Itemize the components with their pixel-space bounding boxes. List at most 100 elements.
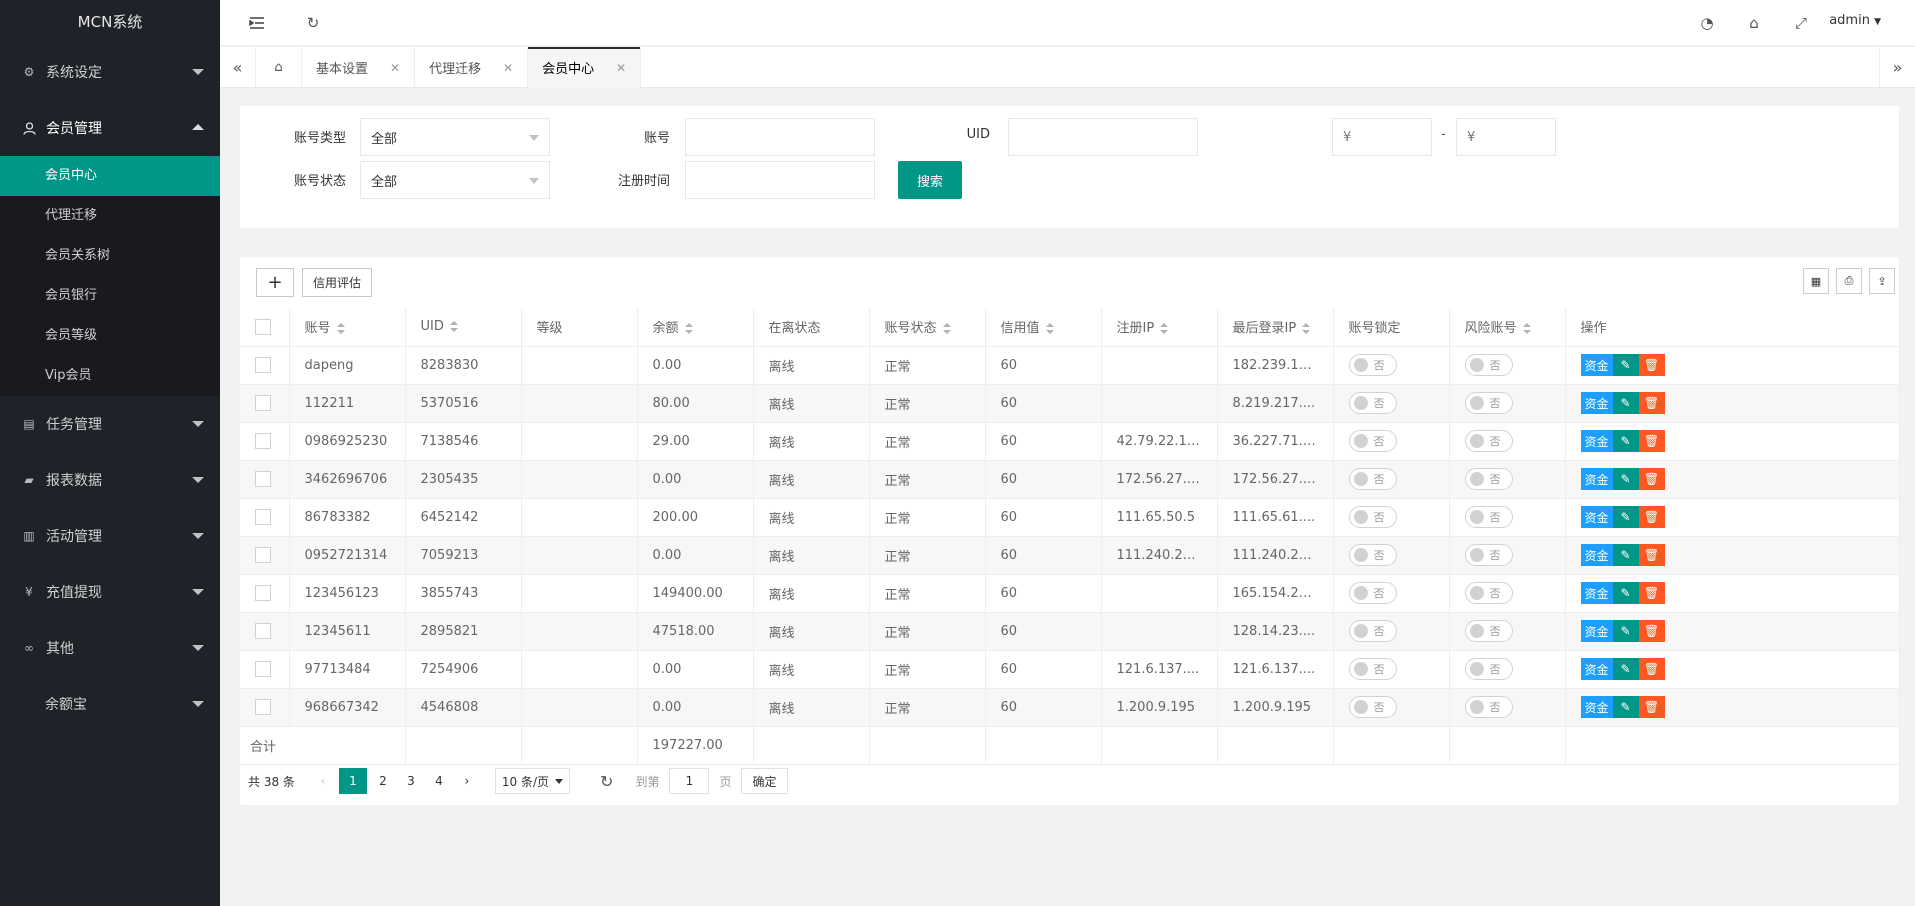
sort-icon[interactable] [336,323,345,335]
delete-icon[interactable]: 🗑 [1638,544,1665,566]
sidebar-group-tasks[interactable]: ▤ 任务管理 [0,396,220,452]
uid-input[interactable] [1008,118,1198,156]
tab-basic-settings[interactable]: 基本设置 ✕ [302,47,416,88]
next-page-icon[interactable]: › [453,768,481,794]
risk-switch[interactable]: 否 [1464,430,1513,452]
balance-max-input[interactable]: ¥ [1456,118,1556,156]
lock-switch[interactable]: 否 [1348,354,1397,376]
fund-button[interactable]: 资金 [1580,658,1613,680]
page-1[interactable]: 1 [338,768,367,794]
sort-icon[interactable] [684,323,693,335]
export-icon[interactable]: ⇪ [1869,268,1895,294]
account-input[interactable] [685,118,875,156]
tab-member-center[interactable]: 会员中心 ✕ [528,47,642,88]
page-4[interactable]: 4 [425,768,453,794]
col-status[interactable]: 账号状态 [869,308,986,347]
prev-page-icon[interactable]: ‹ [309,768,337,794]
sidebar-item-member-bank[interactable]: 会员银行 [0,276,220,316]
row-checkbox[interactable] [255,357,271,373]
sidebar-group-reports[interactable]: ▰ 报表数据 [0,452,220,508]
fund-button[interactable]: 资金 [1580,506,1613,528]
delete-icon[interactable]: 🗑 [1638,506,1665,528]
lock-switch[interactable]: 否 [1348,392,1397,414]
edit-icon[interactable]: ✎ [1612,544,1639,566]
edit-icon[interactable]: ✎ [1612,620,1639,642]
close-icon[interactable]: ✕ [390,61,400,75]
fund-button[interactable]: 资金 [1580,430,1613,452]
fund-button[interactable]: 资金 [1580,696,1613,718]
col-risk[interactable]: 风险账号 [1449,308,1566,347]
theme-icon[interactable]: ◔ [1696,12,1718,34]
sort-icon[interactable] [1045,323,1054,335]
print-icon[interactable]: ⎙ [1836,268,1862,294]
edit-icon[interactable]: ✎ [1612,468,1639,490]
select-all-checkbox[interactable] [255,318,271,335]
delete-icon[interactable]: 🗑 [1638,658,1665,680]
risk-switch[interactable]: 否 [1464,658,1513,680]
page-2[interactable]: 2 [369,768,397,794]
delete-icon[interactable]: 🗑 [1638,354,1665,376]
row-checkbox[interactable] [255,471,271,487]
risk-switch[interactable]: 否 [1464,506,1513,528]
row-checkbox[interactable] [255,433,271,449]
col-balance[interactable]: 余额 [637,308,754,347]
page-3[interactable]: 3 [397,768,425,794]
risk-switch[interactable]: 否 [1464,544,1513,566]
refresh-icon[interactable]: ↻ [302,12,324,34]
lock-switch[interactable]: 否 [1348,658,1397,680]
sidebar-group-members[interactable]: 会员管理 [0,100,220,156]
goto-confirm-button[interactable]: 确定 [741,768,788,794]
fund-button[interactable]: 资金 [1580,468,1613,490]
delete-icon[interactable]: 🗑 [1638,582,1665,604]
sidebar-item-member-tree[interactable]: 会员关系树 [0,236,220,276]
sidebar-item-member-level[interactable]: 会员等级 [0,316,220,356]
risk-switch[interactable]: 否 [1464,468,1513,490]
lock-switch[interactable]: 否 [1348,582,1397,604]
sort-icon[interactable] [1160,323,1169,335]
fund-button[interactable]: 资金 [1580,392,1613,414]
risk-switch[interactable]: 否 [1464,620,1513,642]
sort-icon[interactable] [942,323,951,335]
close-icon[interactable]: ✕ [503,61,513,75]
columns-icon[interactable]: ▦ [1803,268,1829,294]
sidebar-group-yuebao[interactable]: 余额宝 [0,676,220,732]
account-type-select[interactable]: 全部 [360,118,550,156]
sidebar-group-recharge[interactable]: ¥ 充值提现 [0,564,220,620]
edit-icon[interactable]: ✎ [1612,506,1639,528]
delete-icon[interactable]: 🗑 [1638,696,1665,718]
edit-icon[interactable]: ✎ [1612,658,1639,680]
sidebar-item-member-center[interactable]: 会员中心 [0,156,220,196]
tabs-scroll-left-icon[interactable]: « [220,47,256,88]
row-checkbox[interactable] [255,699,271,715]
lock-switch[interactable]: 否 [1348,430,1397,452]
fund-button[interactable]: 资金 [1580,544,1613,566]
row-checkbox[interactable] [255,585,271,601]
lock-switch[interactable]: 否 [1348,696,1397,718]
risk-switch[interactable]: 否 [1464,354,1513,376]
sort-icon[interactable] [449,321,458,333]
reg-time-input[interactable] [685,161,875,199]
account-status-select[interactable]: 全部 [360,161,550,199]
fullscreen-icon[interactable]: ⤢ [1790,12,1812,34]
risk-switch[interactable]: 否 [1464,696,1513,718]
sidebar-item-agent-migration[interactable]: 代理迁移 [0,196,220,236]
lock-switch[interactable]: 否 [1348,620,1397,642]
edit-icon[interactable]: ✎ [1612,354,1639,376]
tabs-scroll-right-icon[interactable]: » [1879,47,1915,88]
sidebar-group-activities[interactable]: ▥ 活动管理 [0,508,220,564]
edit-icon[interactable]: ✎ [1612,696,1639,718]
menu-toggle-icon[interactable] [246,12,268,34]
col-reg-ip[interactable]: 注册IP [1101,308,1218,347]
fund-button[interactable]: 资金 [1580,620,1613,642]
balance-min-input[interactable]: ¥ [1332,118,1432,156]
tab-agent-migration[interactable]: 代理迁移 ✕ [415,47,529,88]
user-menu[interactable]: admin ▼ [1829,13,1881,28]
col-last-ip[interactable]: 最后登录IP [1217,308,1334,347]
delete-icon[interactable]: 🗑 [1638,468,1665,490]
refresh-icon[interactable]: ↻ [600,772,613,791]
credit-eval-button[interactable]: 信用评估 [302,268,372,297]
fund-button[interactable]: 资金 [1580,582,1613,604]
row-checkbox[interactable] [255,661,271,677]
lock-switch[interactable]: 否 [1348,468,1397,490]
fund-button[interactable]: 资金 [1580,354,1613,376]
